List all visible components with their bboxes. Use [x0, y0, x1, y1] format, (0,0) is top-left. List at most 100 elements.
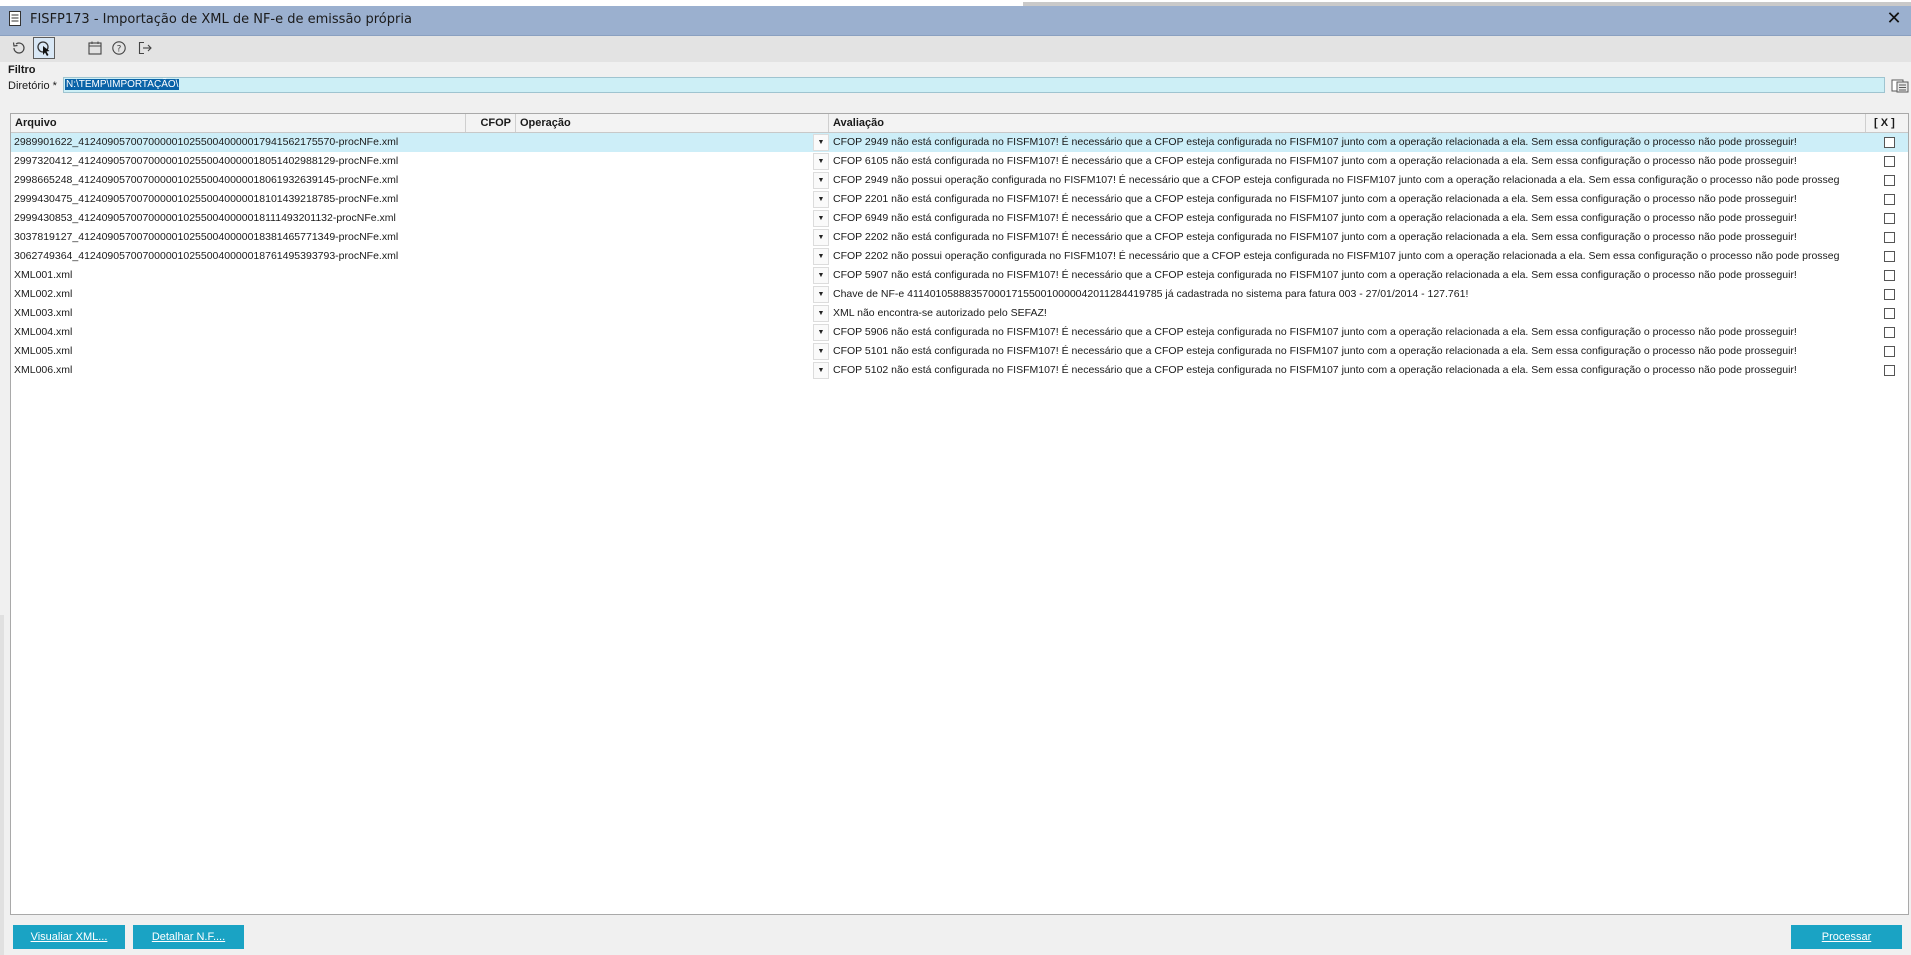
- exit-icon: [138, 41, 152, 55]
- file-name-cell: XML004.xml: [14, 326, 73, 338]
- table-row[interactable]: 2997320412_41240905700700000102550040000…: [11, 152, 1908, 171]
- chevron-down-icon[interactable]: ▼: [813, 229, 829, 246]
- operation-cell[interactable]: [516, 285, 836, 304]
- table-row[interactable]: XML006.xml ▼ CFOP 5102 não está configurad…: [11, 361, 1908, 380]
- detail-invoice-button[interactable]: Detalhar N.F....: [133, 925, 244, 949]
- table-row[interactable]: 2999430475_41240905700700000102550040000…: [11, 190, 1908, 209]
- operation-cell[interactable]: [516, 209, 836, 228]
- column-header-operacao[interactable]: Operação: [516, 114, 829, 132]
- row-checkbox[interactable]: [1884, 194, 1895, 205]
- toolbar: ?: [0, 36, 1911, 62]
- table-row[interactable]: 3062749364_41240905700700000102550040000…: [11, 247, 1908, 266]
- file-name-cell: XML006.xml: [14, 364, 73, 376]
- table-row[interactable]: XML001.xml ▼ CFOP 5907 não está configurad…: [11, 266, 1908, 285]
- row-checkbox[interactable]: [1884, 289, 1895, 300]
- row-checkbox[interactable]: [1884, 327, 1895, 338]
- cfop-cell: [466, 304, 516, 323]
- chevron-down-icon[interactable]: ▼: [813, 210, 829, 227]
- file-name-cell: 3037819127_41240905700700000102550040000…: [14, 231, 399, 243]
- chevron-down-icon[interactable]: ▼: [813, 134, 829, 151]
- row-checkbox[interactable]: [1884, 270, 1895, 281]
- cfop-cell: [466, 190, 516, 209]
- cfop-cell: [466, 133, 516, 152]
- column-header-arquivo[interactable]: Arquivo: [11, 114, 466, 132]
- operation-cell[interactable]: [516, 247, 836, 266]
- evaluation-cell: CFOP 2949 não está configurada no FISFM1…: [829, 133, 1876, 152]
- chevron-down-icon[interactable]: ▼: [813, 172, 829, 189]
- browse-folder-icon[interactable]: [1891, 77, 1909, 94]
- operation-cell[interactable]: [516, 266, 836, 285]
- window-edge: [0, 615, 4, 955]
- table-row[interactable]: XML002.xml ▼ Chave de NF-e 411401058883570…: [11, 285, 1908, 304]
- row-checkbox[interactable]: [1884, 137, 1895, 148]
- row-checkbox[interactable]: [1884, 156, 1895, 167]
- file-name-cell: 2989901622_41240905700700000102550040000…: [11, 133, 466, 152]
- table-row[interactable]: 2998665248_41240905700700000102550040000…: [11, 171, 1908, 190]
- chevron-down-icon[interactable]: ▼: [813, 286, 829, 303]
- search-button[interactable]: [33, 37, 55, 59]
- file-name-cell: XML005.xml: [14, 345, 73, 357]
- help-icon: ?: [112, 41, 126, 55]
- evaluation-cell: CFOP 6105 não está configurada no FISFM1…: [833, 155, 1797, 167]
- chevron-down-icon[interactable]: ▼: [813, 362, 829, 379]
- column-header-select-all[interactable]: [ X ]: [1866, 114, 1908, 132]
- operation-cell[interactable]: [516, 171, 836, 190]
- table-row[interactable]: 2999430853_41240905700700000102550040000…: [11, 209, 1908, 228]
- row-checkbox[interactable]: [1884, 308, 1895, 319]
- help-button[interactable]: ?: [108, 37, 130, 59]
- operation-cell[interactable]: [516, 361, 836, 380]
- evaluation-cell: Chave de NF-e 41140105888357000171550010…: [833, 288, 1469, 300]
- chevron-down-icon[interactable]: ▼: [813, 248, 829, 265]
- row-checkbox[interactable]: [1884, 232, 1895, 243]
- cfop-cell: [466, 171, 516, 190]
- table-row[interactable]: XML005.xml ▼ CFOP 5101 não está configurad…: [11, 342, 1908, 361]
- evaluation-cell: CFOP 2202 não possui operação configurad…: [833, 250, 1840, 262]
- chevron-down-icon[interactable]: ▼: [813, 343, 829, 360]
- chevron-down-icon[interactable]: ▼: [813, 267, 829, 284]
- directory-input[interactable]: N:\TEMP\IMPORTAÇÃO\: [63, 77, 1885, 93]
- table-row[interactable]: XML003.xml ▼ XML não encontra-se autorizad…: [11, 304, 1908, 323]
- cfop-cell: [466, 228, 516, 247]
- row-checkbox[interactable]: [1884, 251, 1895, 262]
- operation-cell[interactable]: [516, 323, 836, 342]
- evaluation-cell: XML não encontra-se autorizado pelo SEFA…: [833, 307, 1047, 319]
- chevron-down-icon[interactable]: ▼: [813, 191, 829, 208]
- title-bar: FISFP173 - Importação de XML de NF-e de …: [0, 0, 1911, 36]
- calendar-icon: [88, 41, 102, 55]
- table-row[interactable]: XML004.xml ▼ CFOP 5906 não está configurad…: [11, 323, 1908, 342]
- cfop-cell: [466, 323, 516, 342]
- column-header-cfop[interactable]: CFOP: [466, 114, 516, 132]
- row-checkbox[interactable]: [1884, 213, 1895, 224]
- row-checkbox[interactable]: [1884, 346, 1895, 357]
- row-checkbox[interactable]: [1884, 365, 1895, 376]
- operation-cell[interactable]: [516, 228, 836, 247]
- refresh-button[interactable]: [8, 37, 30, 59]
- exit-button[interactable]: [134, 37, 156, 59]
- operation-cell[interactable]: [516, 190, 836, 209]
- cfop-cell: [466, 361, 516, 380]
- process-button[interactable]: Processar: [1791, 925, 1902, 949]
- operation-cell[interactable]: [516, 152, 836, 171]
- directory-label: Diretório *: [8, 80, 57, 92]
- filter-section-label: Filtro: [8, 64, 36, 76]
- chevron-down-icon[interactable]: ▼: [813, 305, 829, 322]
- chevron-down-icon[interactable]: ▼: [813, 153, 829, 170]
- view-xml-button[interactable]: Visualiar XML...: [13, 925, 125, 949]
- operation-cell[interactable]: [516, 133, 836, 152]
- cfop-cell: [466, 266, 516, 285]
- table-row[interactable]: 3037819127_41240905700700000102550040000…: [11, 228, 1908, 247]
- refresh-icon: [12, 42, 25, 54]
- close-icon[interactable]: ✕: [1885, 9, 1903, 28]
- table-row[interactable]: 2989901622_41240905700700000102550040000…: [11, 133, 1908, 152]
- file-name-cell: 3062749364_41240905700700000102550040000…: [14, 250, 399, 262]
- evaluation-cell: CFOP 5101 não está configurada no FISFM1…: [833, 345, 1797, 357]
- operation-cell[interactable]: [516, 342, 836, 361]
- row-checkbox[interactable]: [1884, 175, 1895, 186]
- xml-files-grid: Arquivo CFOP Operação Avaliação [ X ] 29…: [10, 113, 1909, 915]
- file-name-cell: 2999430475_41240905700700000102550040000…: [14, 193, 399, 205]
- file-name-cell: XML001.xml: [14, 269, 73, 281]
- column-header-avaliacao[interactable]: Avaliação: [829, 114, 1866, 132]
- calendar-button[interactable]: [84, 37, 106, 59]
- operation-cell[interactable]: [516, 304, 836, 323]
- chevron-down-icon[interactable]: ▼: [813, 324, 829, 341]
